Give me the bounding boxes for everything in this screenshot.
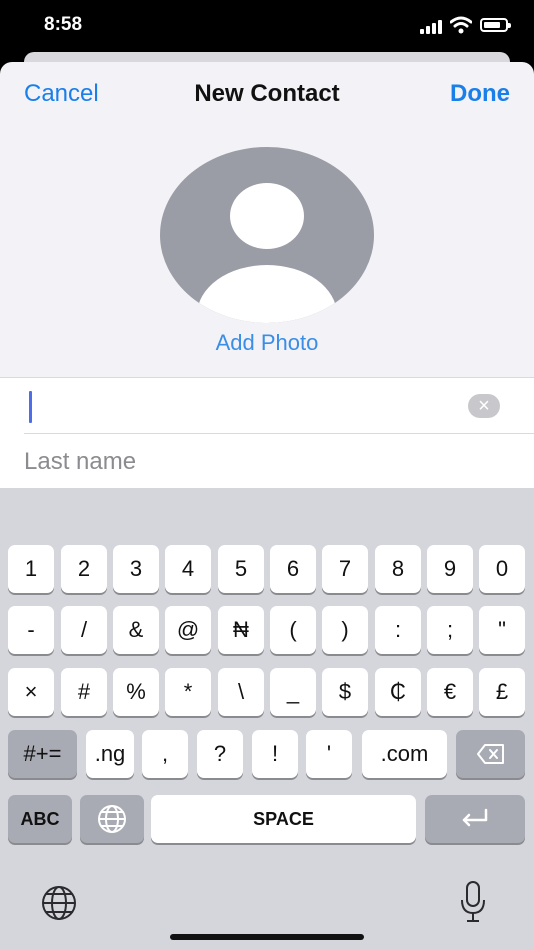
key-7[interactable]: 7 [322, 545, 368, 593]
key-close-paren[interactable]: ) [322, 606, 368, 654]
backspace-icon [476, 744, 504, 764]
status-time: 8:58 [44, 14, 83, 35]
key-pound[interactable]: £ [479, 668, 525, 716]
add-photo-button[interactable]: Add Photo [0, 330, 534, 356]
symbols-shift-key[interactable]: #+= [8, 730, 77, 778]
avatar-body-shape [197, 265, 337, 323]
key-backslash[interactable]: \ [218, 668, 264, 716]
key-underscore[interactable]: _ [270, 668, 316, 716]
contact-avatar-placeholder[interactable] [160, 147, 374, 323]
key-2[interactable]: 2 [61, 545, 107, 593]
key-percent[interactable]: % [113, 668, 159, 716]
key-1[interactable]: 1 [8, 545, 54, 593]
key-slash[interactable]: / [61, 606, 107, 654]
key-open-paren[interactable]: ( [270, 606, 316, 654]
cellular-signal-icon [420, 20, 442, 34]
key-dollar[interactable]: $ [322, 668, 368, 716]
key-euro[interactable]: € [427, 668, 473, 716]
globe-icon [98, 805, 126, 833]
key-0[interactable]: 0 [479, 545, 525, 593]
globe-icon[interactable] [40, 884, 78, 922]
return-icon [462, 808, 488, 827]
key-exclamation[interactable]: ! [252, 730, 298, 778]
key-3[interactable]: 3 [113, 545, 159, 593]
key-hash[interactable]: # [61, 668, 107, 716]
key-5[interactable]: 5 [218, 545, 264, 593]
abc-key[interactable]: ABC [8, 795, 72, 843]
key-quote[interactable]: " [479, 606, 525, 654]
key-com-domain[interactable]: .com [362, 730, 447, 778]
status-bar: 8:58 [0, 0, 534, 52]
key-6[interactable]: 6 [270, 545, 316, 593]
space-key[interactable]: SPACE [151, 795, 416, 843]
clear-icon[interactable]: × [468, 394, 500, 418]
key-question[interactable]: ? [197, 730, 243, 778]
key-9[interactable]: 9 [427, 545, 473, 593]
key-at[interactable]: @ [165, 606, 211, 654]
key-8[interactable]: 8 [375, 545, 421, 593]
first-name-row: × [24, 378, 534, 434]
text-cursor [29, 391, 32, 423]
done-button[interactable]: Done [450, 80, 510, 108]
last-name-row [24, 434, 534, 489]
key-ng-domain[interactable]: .ng [86, 730, 134, 778]
home-indicator [170, 934, 364, 940]
delete-key[interactable] [456, 730, 525, 778]
battery-icon [480, 18, 511, 32]
avatar-head-shape [230, 183, 304, 249]
keyboard: 1 2 3 4 5 6 7 8 9 0 - / & @ ₦ ( ) : ; " … [0, 488, 534, 950]
key-multiply[interactable]: × [8, 668, 54, 716]
wifi-icon [450, 16, 472, 34]
key-apostrophe[interactable]: ' [306, 730, 352, 778]
first-name-field[interactable] [24, 378, 444, 433]
globe-key[interactable] [80, 795, 144, 843]
name-fields: × [0, 377, 534, 489]
key-ampersand[interactable]: & [113, 606, 159, 654]
last-name-field[interactable] [24, 434, 444, 489]
return-key[interactable] [425, 795, 525, 843]
key-comma[interactable]: , [142, 730, 188, 778]
microphone-icon[interactable] [458, 880, 488, 924]
key-colon[interactable]: : [375, 606, 421, 654]
key-naira[interactable]: ₦ [218, 606, 264, 654]
key-asterisk[interactable]: * [165, 668, 211, 716]
key-cedi[interactable]: ₵ [375, 668, 421, 716]
key-hyphen[interactable]: - [8, 606, 54, 654]
key-4[interactable]: 4 [165, 545, 211, 593]
key-semicolon[interactable]: ; [427, 606, 473, 654]
